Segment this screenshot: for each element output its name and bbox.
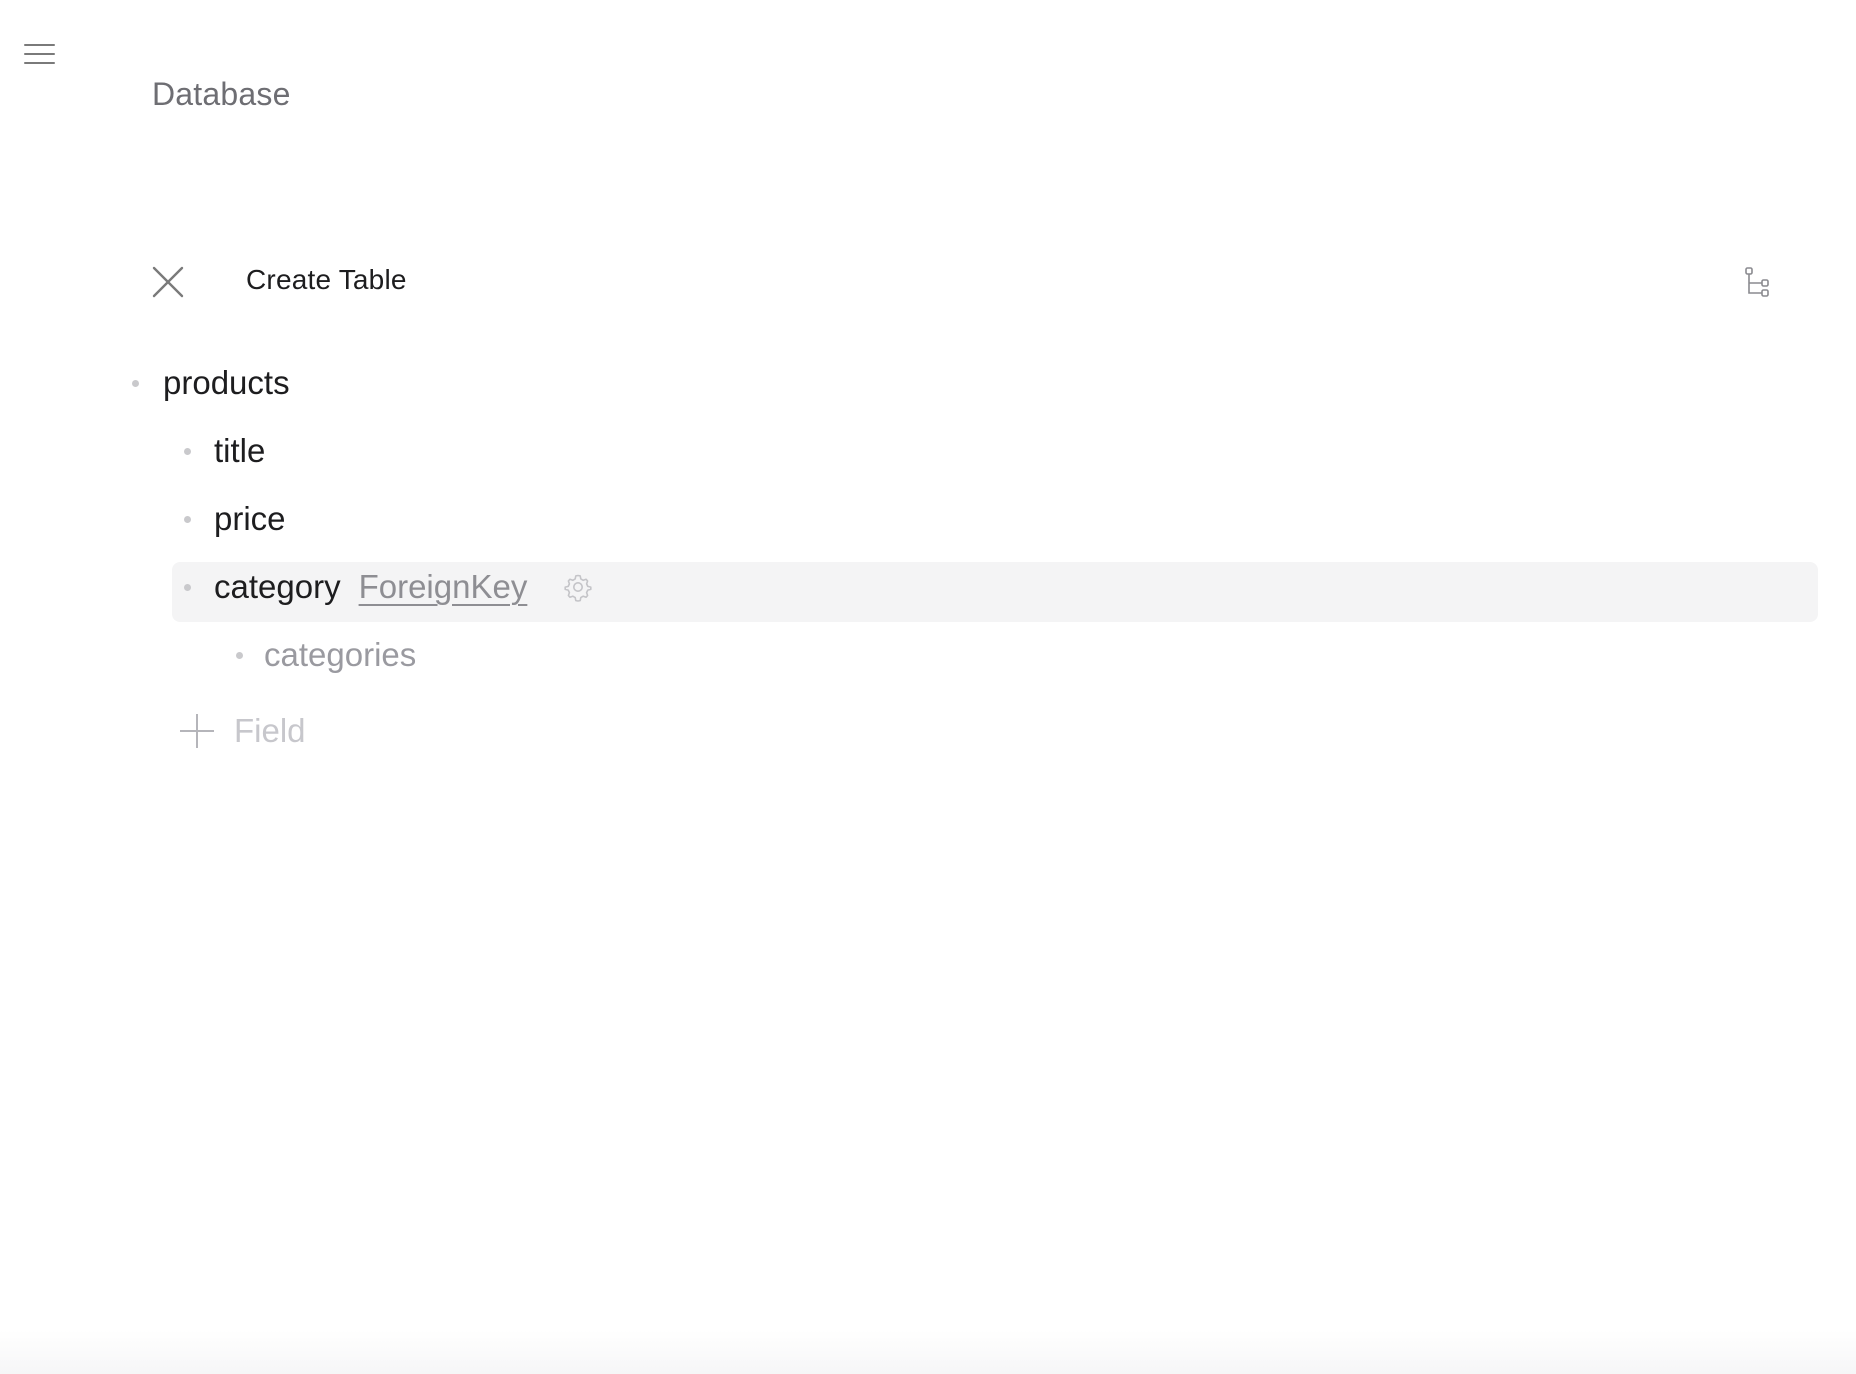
bullet-icon: [184, 515, 191, 523]
field-row-category[interactable]: category ForeignKey: [184, 568, 593, 606]
panel-title: Create Table: [246, 264, 407, 295]
breadcrumb[interactable]: Database: [152, 76, 291, 113]
add-field-label: Field: [234, 712, 306, 749]
bullet-icon: [184, 447, 191, 455]
reference-table-name[interactable]: categories: [264, 636, 416, 674]
tree-view-icon[interactable]: [1744, 266, 1772, 298]
reference-row[interactable]: categories: [236, 636, 416, 674]
field-name[interactable]: category: [214, 568, 341, 606]
hamburger-menu-icon[interactable]: [24, 42, 56, 66]
plus-icon: [180, 714, 214, 748]
bullet-icon: [236, 651, 243, 659]
bullet-icon: [132, 379, 139, 387]
field-name[interactable]: price: [214, 500, 286, 538]
bullet-icon: [184, 583, 191, 591]
table-node[interactable]: products: [132, 364, 290, 402]
table-name[interactable]: products: [163, 364, 290, 402]
close-icon[interactable]: [150, 264, 186, 300]
field-name[interactable]: title: [214, 432, 265, 470]
gear-icon[interactable]: [563, 572, 593, 602]
add-field-button[interactable]: Field: [180, 712, 306, 750]
field-row-title[interactable]: title: [184, 432, 265, 470]
page: Database Create Table products title pri…: [0, 0, 1856, 1374]
field-row-price[interactable]: price: [184, 500, 286, 538]
field-type-link[interactable]: ForeignKey: [359, 568, 528, 606]
